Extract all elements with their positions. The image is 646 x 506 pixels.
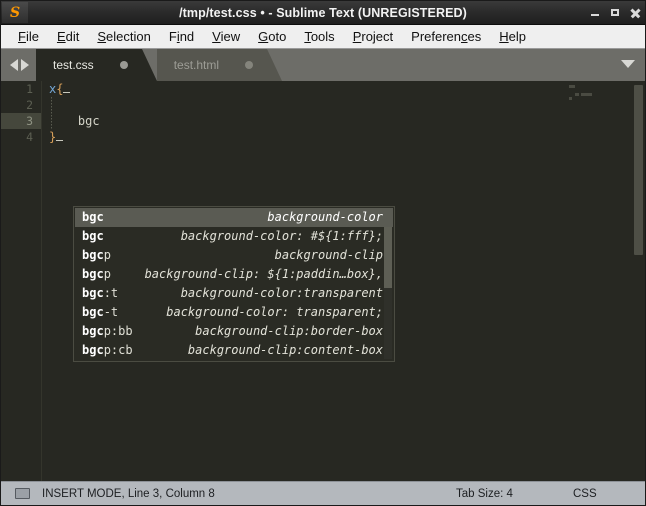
tab-test-css[interactable]: test.css	[36, 49, 157, 81]
close-icon[interactable]	[630, 7, 641, 19]
autocomplete-trigger: bgc-t	[82, 305, 119, 319]
autocomplete-item[interactable]: bgcp background-clip	[75, 246, 393, 265]
autocomplete-item[interactable]: bgc-t background-color: transparent;	[75, 303, 393, 322]
autocomplete-item[interactable]: bgc background-color	[75, 208, 393, 227]
menu-item-view[interactable]: View	[203, 26, 249, 48]
tab-test-html[interactable]: test.html	[156, 49, 283, 81]
autocomplete-description: background-color	[267, 210, 383, 224]
code-line-1: x{	[49, 81, 100, 97]
menu-item-tools[interactable]: Tools	[295, 26, 343, 48]
autocomplete-trigger: bgcp:cb	[82, 343, 133, 357]
line-number-1: 1	[26, 82, 33, 96]
autocomplete-item[interactable]: bgcp:bb background-clip:border-box	[75, 322, 393, 341]
line-number-3: 3	[1, 113, 41, 129]
autocomplete-description: background-clip:content-box	[187, 343, 383, 357]
tab-nav-arrows	[1, 49, 36, 81]
app-logo: S	[2, 2, 28, 23]
tab-label: test.css	[53, 58, 94, 72]
menu-item-selection[interactable]: Selection	[88, 26, 159, 48]
editor-area[interactable]: 1 234 x{ bgc } bgc background-color bgc back…	[1, 81, 645, 483]
autocomplete-trigger: bgcp	[82, 248, 111, 262]
window-title: /tmp/test.css • - Sublime Text (UNREGIST…	[179, 5, 467, 20]
menu-item-file[interactable]: File	[9, 26, 48, 48]
menu-item-edit[interactable]: Edit	[48, 26, 88, 48]
maximize-icon[interactable]	[610, 7, 621, 19]
autocomplete-description: background-clip: ${1:paddin…box},	[144, 267, 383, 281]
code-line-4: }	[49, 129, 100, 145]
editor-vertical-scrollbar[interactable]	[634, 85, 643, 255]
sublime-text-window: S /tmp/test.css • - Sublime Text (UNREGI…	[0, 0, 646, 506]
autocomplete-trigger: bgc:t	[82, 286, 119, 300]
status-bar: INSERT MODE, Line 3, Column 8 Tab Size: …	[1, 481, 645, 505]
menu-item-help[interactable]: Help	[490, 26, 535, 48]
autocomplete-description: background-clip:border-box	[195, 324, 383, 338]
menu-bar: File Edit Selection Find View Goto Tools Projec…	[1, 25, 645, 49]
code-line-3: bgc	[49, 114, 100, 128]
menu-item-project[interactable]: Project	[344, 26, 402, 48]
autocomplete-description: background-clip	[274, 248, 383, 262]
autocomplete-description: background-color: transparent;	[166, 305, 383, 319]
unsaved-dot-icon[interactable]	[245, 61, 254, 69]
autocomplete-popup[interactable]: bgc background-color bgc background-color: …	[73, 206, 395, 362]
minimize-icon[interactable]	[590, 7, 601, 19]
arrow-left-icon[interactable]	[10, 59, 18, 71]
unsaved-dot-icon[interactable]	[119, 61, 128, 69]
minimap[interactable]	[569, 85, 629, 101]
sublime-s-logo: S	[9, 4, 21, 21]
code-content: x{ bgc }	[49, 81, 100, 145]
autocomplete-item[interactable]: bgc background-color: #${1:fff};	[75, 227, 393, 246]
arrow-right-icon[interactable]	[21, 59, 29, 71]
autocomplete-trigger: bgcp:bb	[82, 324, 133, 338]
title-bar: S /tmp/test.css • - Sublime Text (UNREGI…	[1, 1, 645, 25]
autocomplete-description: background-color: #${1:fff};	[180, 229, 383, 243]
console-icon[interactable]	[15, 488, 30, 499]
line-number-2: 2	[26, 98, 33, 112]
window-controls	[590, 1, 641, 24]
cursor-position-status: INSERT MODE, Line 3, Column 8	[42, 487, 215, 500]
menu-item-find[interactable]: Find	[160, 26, 203, 48]
autocomplete-trigger: bgc	[82, 229, 104, 243]
tab-size-status[interactable]: Tab Size: 4	[456, 488, 513, 500]
menu-item-preferences[interactable]: Preferences	[402, 26, 490, 48]
tab-bar: test.css test.html	[1, 49, 645, 81]
menu-item-goto[interactable]: Goto	[249, 26, 295, 48]
autocomplete-description: background-color:transparent	[180, 286, 383, 300]
line-number-gutter: 1 234	[1, 81, 42, 483]
autocomplete-trigger: bgcp	[82, 267, 111, 281]
syntax-status[interactable]: CSS	[573, 488, 597, 500]
chevron-down-icon[interactable]	[621, 60, 635, 68]
autocomplete-item[interactable]: bgcp:cb background-clip:content-box	[75, 341, 393, 360]
line-number-4: 4	[26, 130, 33, 144]
tab-label: test.html	[173, 58, 220, 72]
autocomplete-item[interactable]: bgcp background-clip: ${1:paddin…box},	[75, 265, 393, 284]
autocomplete-item[interactable]: bgc:t background-color:transparent	[75, 284, 393, 303]
autocomplete-trigger: bgc	[82, 210, 104, 224]
